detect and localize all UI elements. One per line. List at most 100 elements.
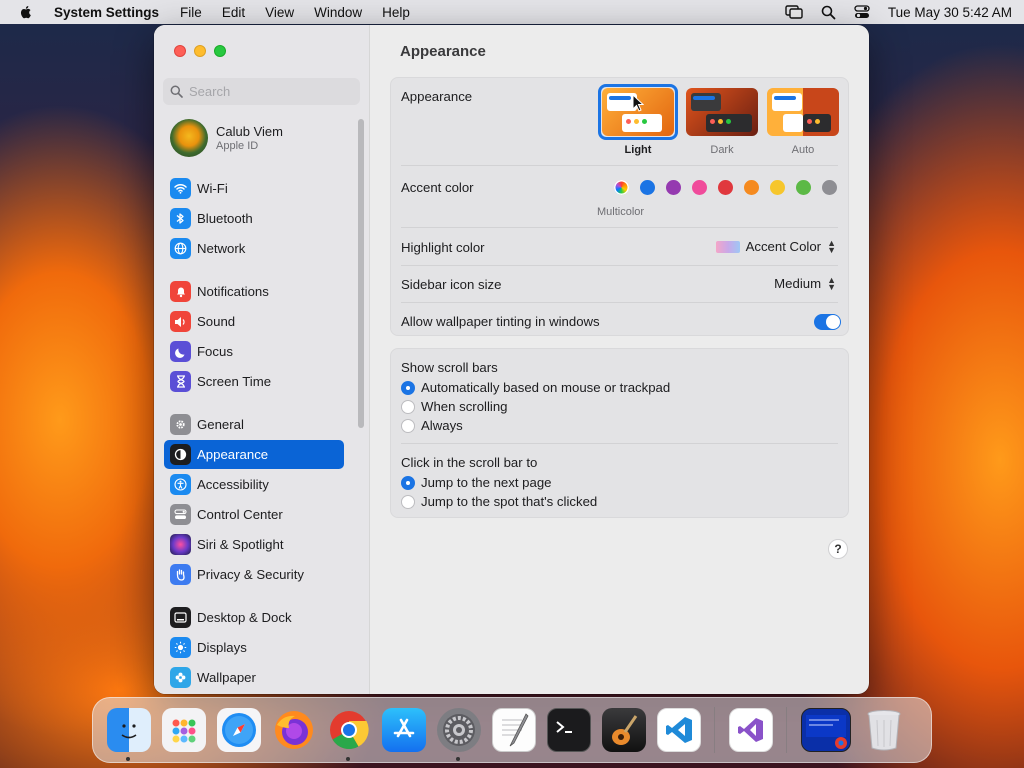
sidebar-item-notifications[interactable]: Notifications: [164, 277, 344, 306]
menu-help[interactable]: Help: [382, 5, 410, 20]
dock-icon: [170, 607, 191, 628]
close-button[interactable]: [174, 45, 186, 57]
accent-yellow-swatch[interactable]: [770, 180, 785, 195]
radio-label: Always: [421, 418, 463, 433]
sidebar-item-focus[interactable]: Focus: [164, 337, 344, 366]
theme-auto-option[interactable]: Auto: [767, 88, 839, 156]
hand-icon: [170, 564, 191, 585]
mouse-cursor-icon: [632, 94, 644, 112]
apple-menu-icon[interactable]: [18, 4, 34, 20]
spotlight-search-icon[interactable]: [821, 5, 836, 20]
accent-multicolor-swatch[interactable]: [614, 180, 629, 195]
menu-edit[interactable]: Edit: [222, 5, 245, 20]
firefox-icon[interactable]: [272, 708, 316, 752]
trash-icon[interactable]: [862, 708, 906, 752]
appearance-icon: [170, 444, 191, 465]
screen-mirroring-icon[interactable]: [785, 5, 803, 19]
radio-button[interactable]: [401, 475, 415, 490]
sidebar-item-control-center[interactable]: Control Center: [164, 500, 344, 529]
sidebar-item-screen-time[interactable]: Screen Time: [164, 367, 344, 396]
scrollbar-option-when-scrolling[interactable]: When scrolling: [401, 399, 508, 414]
apple-id-profile[interactable]: Calub Viem Apple ID: [170, 119, 283, 157]
menu-view[interactable]: View: [265, 5, 294, 20]
sidebar-item-displays[interactable]: Displays: [164, 633, 344, 662]
chrome-window-icon[interactable]: [800, 708, 851, 752]
vscode-icon[interactable]: [656, 708, 701, 752]
scrollbar-option-automatic[interactable]: Automatically based on mouse or trackpad: [401, 380, 670, 395]
wallpaper-tinting-toggle[interactable]: [814, 314, 841, 330]
search-field[interactable]: [163, 78, 360, 105]
click-option-next-page[interactable]: Jump to the next page: [401, 475, 552, 490]
sidebar-icon-size-popup[interactable]: Medium ▲ ▼: [774, 275, 836, 291]
accent-orange-swatch[interactable]: [744, 180, 759, 195]
radio-button[interactable]: [401, 494, 415, 509]
click-scroll-bar-label: Click in the scroll bar to: [401, 455, 538, 470]
sidebar-item-label: Wi-Fi: [197, 181, 228, 196]
search-input[interactable]: [189, 84, 349, 99]
theme-dark-option[interactable]: Dark: [686, 88, 758, 156]
accent-purple-swatch[interactable]: [666, 180, 681, 195]
sidebar-item-wallpaper[interactable]: Wallpaper: [164, 663, 344, 692]
menu-clock[interactable]: Tue May 30 5:42 AM: [888, 5, 1012, 20]
sidebar-item-sound[interactable]: Sound: [164, 307, 344, 336]
textedit-icon[interactable]: [491, 708, 536, 752]
accent-blue-swatch[interactable]: [640, 180, 655, 195]
sidebar-item-label: Siri & Spotlight: [197, 537, 284, 552]
flower-icon: [170, 667, 191, 688]
app-menu[interactable]: System Settings: [54, 5, 159, 20]
zoom-button[interactable]: [214, 45, 226, 57]
highlight-color-popup[interactable]: Accent Color ▲ ▼: [715, 238, 836, 254]
system-settings-icon[interactable]: [436, 708, 481, 761]
dock-separator: [786, 707, 787, 753]
accent-color-label: Accent color: [401, 180, 474, 195]
radio-button[interactable]: [401, 418, 415, 433]
accent-graphite-swatch[interactable]: [822, 180, 837, 195]
siri-icon: [170, 534, 191, 555]
sidebar-icon-size-value: Medium: [774, 276, 822, 291]
menu-file[interactable]: File: [180, 5, 202, 20]
control-center-menu-icon[interactable]: [854, 5, 870, 19]
help-button[interactable]: ?: [828, 539, 848, 559]
chrome-icon[interactable]: [327, 708, 371, 761]
minimize-button[interactable]: [194, 45, 206, 57]
radio-button[interactable]: [401, 399, 415, 414]
avatar: [170, 119, 208, 157]
sidebar-item-desktop-dock[interactable]: Desktop & Dock: [164, 603, 344, 632]
sidebar-item-general[interactable]: General: [164, 410, 344, 439]
sidebar-item-wifi[interactable]: Wi-Fi: [164, 174, 344, 203]
accent-green-swatch[interactable]: [796, 180, 811, 195]
safari-icon[interactable]: [216, 708, 261, 752]
theme-auto-thumbnail: [767, 88, 839, 136]
finder-icon[interactable]: [106, 708, 151, 761]
sidebar-item-label: Accessibility: [197, 477, 269, 492]
menu-window[interactable]: Window: [314, 5, 362, 20]
sidebar-item-accessibility[interactable]: Accessibility: [164, 470, 344, 499]
sidebar-scrollbar[interactable]: [358, 119, 364, 428]
garageband-icon[interactable]: [601, 708, 646, 752]
sidebar-item-label: Displays: [197, 640, 247, 655]
appearance-label: Appearance: [401, 89, 473, 104]
click-option-spot-clicked[interactable]: Jump to the spot that's clicked: [401, 494, 597, 509]
radio-label: Automatically based on mouse or trackpad: [421, 380, 671, 395]
radio-button[interactable]: [401, 380, 415, 395]
sidebar-item-label: Notifications: [197, 284, 269, 299]
window-controls: [174, 45, 226, 57]
theme-dark-label: Dark: [710, 144, 734, 156]
sidebar-item-label: Wallpaper: [197, 670, 256, 685]
sidebar-item-network[interactable]: Network: [164, 234, 344, 263]
scrollbar-option-always[interactable]: Always: [401, 418, 463, 433]
sidebar-item-label: Appearance: [197, 447, 269, 462]
sidebar-item-bluetooth[interactable]: Bluetooth: [164, 204, 344, 233]
control-center-icon: [170, 504, 191, 525]
visual-studio-icon[interactable]: [728, 708, 773, 752]
app-store-icon[interactable]: [381, 708, 426, 752]
terminal-icon[interactable]: [546, 708, 591, 752]
sidebar-item-label: Screen Time: [197, 374, 272, 389]
sidebar-item-label: Focus: [197, 344, 233, 359]
sidebar-item-siri-spotlight[interactable]: Siri & Spotlight: [164, 530, 344, 559]
accent-red-swatch[interactable]: [718, 180, 733, 195]
launchpad-icon[interactable]: [161, 708, 206, 752]
accent-pink-swatch[interactable]: [692, 180, 707, 195]
sidebar-item-appearance[interactable]: Appearance: [164, 440, 344, 469]
sidebar-item-privacy-security[interactable]: Privacy & Security: [164, 560, 344, 589]
